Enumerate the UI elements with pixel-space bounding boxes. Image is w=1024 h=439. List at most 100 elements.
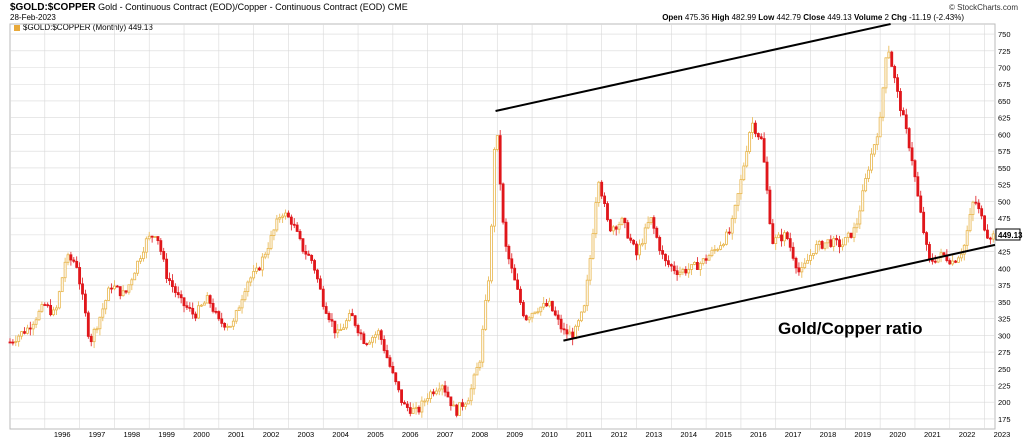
candle-body <box>211 303 215 312</box>
candle-body <box>260 256 264 271</box>
candle-body <box>646 222 650 229</box>
candle-body <box>872 144 876 155</box>
candle-body <box>794 257 798 269</box>
candle-body <box>25 327 29 334</box>
candle-body <box>472 374 476 390</box>
candle-body <box>858 210 862 225</box>
candle-body <box>559 318 563 330</box>
candle-body <box>658 237 662 251</box>
candle-body <box>359 332 363 335</box>
candle-body <box>632 239 636 245</box>
candle-body <box>429 391 432 400</box>
candle-body <box>336 329 340 334</box>
candle-body <box>304 251 308 255</box>
candle-body <box>484 299 488 330</box>
y-tick-label: 750 <box>998 30 1011 39</box>
candle-body <box>983 215 986 231</box>
candle-body <box>640 242 644 246</box>
candle-body <box>98 316 102 330</box>
candle-body <box>896 77 899 92</box>
candle-body <box>237 307 241 312</box>
candle-body <box>313 260 316 271</box>
candle-body <box>243 291 247 301</box>
candle-body <box>803 262 807 269</box>
candle-body <box>643 227 647 244</box>
candle-body <box>165 258 169 279</box>
candle-body <box>229 325 232 328</box>
candle-body <box>556 314 560 320</box>
candle-body <box>736 193 740 206</box>
x-tick-label: 2015 <box>715 430 732 439</box>
candle-body <box>153 236 157 238</box>
trendlines <box>495 23 996 342</box>
candle-body <box>57 291 61 309</box>
candle-body <box>388 357 392 367</box>
candle-body <box>788 238 792 248</box>
candle-body <box>553 310 557 316</box>
candle-body <box>197 305 200 319</box>
candle-body <box>591 233 595 259</box>
candle-body <box>269 235 273 249</box>
candle-body <box>43 304 47 306</box>
candle-body <box>34 319 38 325</box>
candle-body <box>54 307 58 311</box>
candle-body <box>507 245 511 260</box>
candle-body <box>655 227 659 238</box>
candle-body <box>832 238 836 247</box>
candle-body <box>600 181 604 197</box>
candle-body <box>942 252 946 256</box>
candle-body <box>345 320 348 329</box>
x-tick-label: 2004 <box>332 430 349 439</box>
price-chart[interactable]: 1752002252502753003253503754004254504755… <box>0 0 1024 439</box>
candle-body <box>31 323 35 330</box>
candle-body <box>446 391 450 398</box>
y-tick-label: 200 <box>998 398 1011 407</box>
y-tick-label: 525 <box>998 181 1011 190</box>
candle-body <box>812 252 815 256</box>
candle-body <box>20 331 24 337</box>
candle-body <box>226 325 229 328</box>
candle-body <box>440 385 444 390</box>
candle-body <box>835 238 839 241</box>
candle-body <box>521 302 525 317</box>
candle-series <box>8 45 995 418</box>
x-tick-label: 2013 <box>646 430 663 439</box>
candle-body <box>719 245 723 250</box>
candle-body <box>623 217 627 224</box>
x-tick-label: 2011 <box>576 430 592 439</box>
candle-body <box>841 244 844 248</box>
candle-body <box>878 116 882 138</box>
candle-body <box>255 267 258 272</box>
candle-body <box>376 330 380 336</box>
y-tick-label: 275 <box>998 348 1011 357</box>
candle-body <box>713 249 717 251</box>
x-tick-label: 1996 <box>54 430 71 439</box>
candle-body <box>904 114 908 130</box>
candle-body <box>707 255 711 261</box>
candle-body <box>191 307 195 315</box>
chart-annotation: Gold/Copper ratio <box>778 319 923 338</box>
candle-body <box>417 406 421 413</box>
candle-body <box>133 272 137 281</box>
candle-body <box>826 239 830 244</box>
candle-body <box>968 214 972 232</box>
candle-body <box>17 335 21 342</box>
candle-body <box>426 398 430 402</box>
candle-body <box>594 202 598 235</box>
y-tick-label: 425 <box>998 248 1011 257</box>
last-value-tag: 449.13 <box>995 228 1023 241</box>
candle-body <box>986 229 989 239</box>
candle-body <box>455 404 459 416</box>
candle-body <box>423 400 427 403</box>
y-tick-label: 250 <box>998 365 1011 374</box>
plot-area <box>9 23 996 430</box>
candle-body <box>980 208 984 217</box>
x-tick-label: 2022 <box>959 430 976 439</box>
candle-body <box>629 237 633 241</box>
x-tick-label: 2021 <box>924 430 941 439</box>
candle-body <box>121 290 125 297</box>
candle-body <box>991 233 995 240</box>
candle-body <box>452 404 456 407</box>
candle-body <box>220 318 224 324</box>
candle-body <box>901 110 905 116</box>
